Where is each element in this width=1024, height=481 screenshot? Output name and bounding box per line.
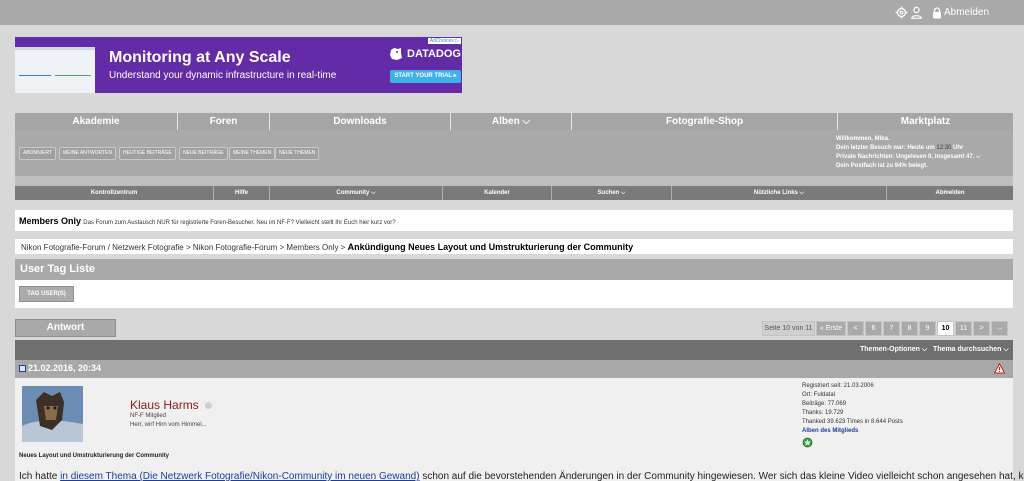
nav-fotografie-shop[interactable]: Fotografie-Shop bbox=[572, 113, 838, 130]
nav-nuetzliche-links[interactable]: Nützliche Links ⌵ bbox=[672, 186, 887, 200]
nav-kalender[interactable]: Kalender bbox=[443, 186, 552, 200]
post-count: Beiträge: 77.069 bbox=[802, 401, 847, 407]
chevron-down-icon: ⌵ bbox=[619, 190, 626, 196]
nav-marktplatz[interactable]: Marktplatz bbox=[838, 113, 1013, 130]
control-bar: Kontrollzentrum Hilfe Community ⌵ Kalend… bbox=[15, 186, 1013, 200]
top-bar: Abmelden bbox=[0, 0, 1024, 25]
thanks-count: Thanks: 19.729 bbox=[802, 410, 844, 416]
quicklink-heutige-beitraege[interactable]: HEUTIGE BEITRÄGE bbox=[119, 147, 176, 160]
start-trial-button[interactable]: START YOUR TRIAL ▸ bbox=[390, 70, 461, 83]
breadcrumb-current: Ankündigung Neues Layout und Umstrukturi… bbox=[347, 242, 634, 252]
divider-stripe bbox=[15, 176, 1013, 186]
location: Ort: Fuldatal bbox=[802, 392, 836, 398]
nav-kontrollzentrum[interactable]: Kontrollzentrum bbox=[15, 186, 214, 200]
user-tag-header: User Tag Liste bbox=[15, 259, 1013, 280]
registered-since: Registriert seit: 21.03.2006 bbox=[802, 383, 874, 389]
post-date: 21.02.2016, 20:34 bbox=[19, 363, 101, 373]
page-info: Seite 10 von 11 bbox=[762, 321, 815, 336]
nav-downloads[interactable]: Downloads bbox=[270, 113, 451, 130]
page-8[interactable]: 8 bbox=[901, 321, 918, 336]
welcome-box: Willkommen, Mika. Dein letzter Besuch wa… bbox=[836, 135, 1012, 171]
post: Klaus Harms NF-F Mitglied Herr, wirf Hir… bbox=[15, 378, 1024, 481]
thread-options-menu[interactable]: Themen-Optionen ⌵ bbox=[860, 346, 927, 354]
chevron-down-icon: ⌵ bbox=[919, 346, 928, 353]
post-text: Ich hatte in diesem Thema (Die Netzwerk … bbox=[19, 471, 1024, 481]
author-slogan: Herr, wirf Hirn vom Himmel... bbox=[130, 422, 207, 428]
welcome-text: Willkommen, Mika. bbox=[836, 136, 890, 142]
quicklink-meine-themen[interactable]: MEINE THEMEN bbox=[229, 147, 276, 160]
forum-description: Das Forum zum Austausch NUR für registri… bbox=[83, 220, 396, 226]
quicklink-meine-antworten[interactable]: MEINE ANTWORTEN bbox=[59, 147, 117, 160]
pagination: Seite 10 von 11 « Erste < 6 7 8 9 10 11 … bbox=[762, 321, 1008, 336]
adchoices-badge[interactable]: AdChoices ▷ bbox=[427, 38, 461, 44]
user-tag-body: TAG USER(S) bbox=[15, 280, 1013, 308]
breadcrumb-path[interactable]: Nikon Fotografie-Forum / Netzwerk Fotogr… bbox=[21, 243, 345, 252]
gear-icon[interactable] bbox=[895, 6, 908, 19]
datadog-logo: DATADOG bbox=[389, 47, 461, 61]
chevron-down-icon: ⌵ bbox=[797, 190, 805, 196]
breadcrumb: Nikon Fotografie-Forum / Netzwerk Fotogr… bbox=[15, 239, 1013, 254]
forum-title[interactable]: Members Only bbox=[19, 216, 81, 226]
page-10-current: 10 bbox=[937, 321, 954, 336]
user-icon[interactable] bbox=[910, 6, 923, 19]
quicklink-neue-beitraege[interactable]: NEUE BEITRÄGE bbox=[179, 147, 228, 160]
member-albums-link[interactable]: Alben des Mitglieds bbox=[802, 427, 903, 436]
post-title: Neues Layout und Umstrukturierung der Co… bbox=[19, 453, 170, 459]
thanked-count: Thanked 39.623 Times in 8.644 Posts bbox=[802, 419, 903, 425]
last-visit: Dein letzter Besuch war: Heute um 12:30 … bbox=[836, 145, 964, 151]
tag-users-button[interactable]: TAG USER(S) bbox=[19, 286, 74, 302]
page-7[interactable]: 7 bbox=[883, 321, 900, 336]
nav-foren[interactable]: Foren bbox=[178, 113, 270, 130]
chevron-down-icon: ⌵ bbox=[369, 190, 376, 196]
lock-icon bbox=[933, 6, 941, 18]
logout-label: Abmelden bbox=[944, 7, 990, 18]
chevron-down-icon: ⌵ bbox=[996, 325, 1003, 332]
reply-button[interactable]: Antwort bbox=[15, 319, 116, 337]
logout-link[interactable]: Abmelden bbox=[932, 6, 989, 19]
page-next[interactable]: > bbox=[973, 321, 990, 336]
forum-notice: Members Only Das Forum zum Austausch NUR… bbox=[15, 210, 1013, 231]
main-nav: Akademie Foren Downloads Alben ⌵ Fotogra… bbox=[15, 113, 1013, 130]
offline-status-icon bbox=[204, 401, 212, 409]
author-name[interactable]: Klaus Harms bbox=[130, 398, 212, 412]
ad-subtitle: Understand your dynamic infrastructure i… bbox=[109, 70, 337, 81]
thread-options-bar: Themen-Optionen ⌵ Thema durchsuchen ⌵ bbox=[15, 340, 1013, 360]
chevron-down-icon: ⌵ bbox=[519, 116, 531, 127]
report-post-icon[interactable] bbox=[993, 362, 1006, 376]
page-jump-dropdown[interactable]: ⌵ bbox=[991, 321, 1008, 336]
avatar[interactable] bbox=[22, 386, 83, 442]
page-first[interactable]: « Erste bbox=[816, 321, 846, 336]
quicklink-abonniert[interactable]: ABONNIERT bbox=[19, 147, 57, 160]
chevron-down-icon: ⌵ bbox=[1001, 346, 1009, 353]
post-link[interactable]: in diesem Thema (Die Netzwerk Fotografie… bbox=[60, 471, 419, 481]
post-header: 21.02.2016, 20:34 bbox=[15, 360, 1013, 378]
quicklink-neue-themen[interactable]: NEUE THEMEN bbox=[275, 147, 320, 160]
quicklinks-bar: ABONNIERT MEINE ANTWORTEN HEUTIGE BEITRÄ… bbox=[15, 130, 1013, 176]
author-title: NF-F Mitglied bbox=[130, 413, 167, 419]
nav-community[interactable]: Community ⌵ bbox=[270, 186, 443, 200]
datadog-brand: DATADOG bbox=[407, 48, 461, 60]
mailbox-status: Dein Postfach ist zu 94% belegt. bbox=[836, 163, 928, 169]
nav-abmelden[interactable]: Abmelden bbox=[887, 186, 1013, 200]
page-11[interactable]: 11 bbox=[955, 321, 972, 336]
page-9[interactable]: 9 bbox=[919, 321, 936, 336]
author-info: Registriert seit: 21.03.2006 Ort: Fuldat… bbox=[802, 382, 903, 452]
reputation-icon bbox=[802, 437, 813, 448]
page-6[interactable]: 6 bbox=[865, 321, 882, 336]
nav-alben[interactable]: Alben ⌵ bbox=[451, 113, 572, 130]
ad-banner[interactable]: Monitoring at Any Scale Understand your … bbox=[15, 37, 462, 93]
nav-suchen[interactable]: Suchen ⌵ bbox=[552, 186, 672, 200]
post-icon bbox=[19, 364, 26, 372]
chevron-down-icon: ⌵ bbox=[974, 154, 981, 160]
dog-icon bbox=[390, 48, 402, 60]
thread-search-menu[interactable]: Thema durchsuchen ⌵ bbox=[933, 346, 1009, 354]
page-prev[interactable]: < bbox=[847, 321, 864, 336]
nav-akademie[interactable]: Akademie bbox=[15, 113, 178, 130]
nav-hilfe[interactable]: Hilfe bbox=[214, 186, 270, 200]
ad-title: Monitoring at Any Scale bbox=[109, 49, 291, 66]
private-messages-link[interactable]: Private Nachrichten: Ungelesen 0, insges… bbox=[836, 153, 1012, 162]
ad-dashboard-image bbox=[15, 47, 95, 93]
